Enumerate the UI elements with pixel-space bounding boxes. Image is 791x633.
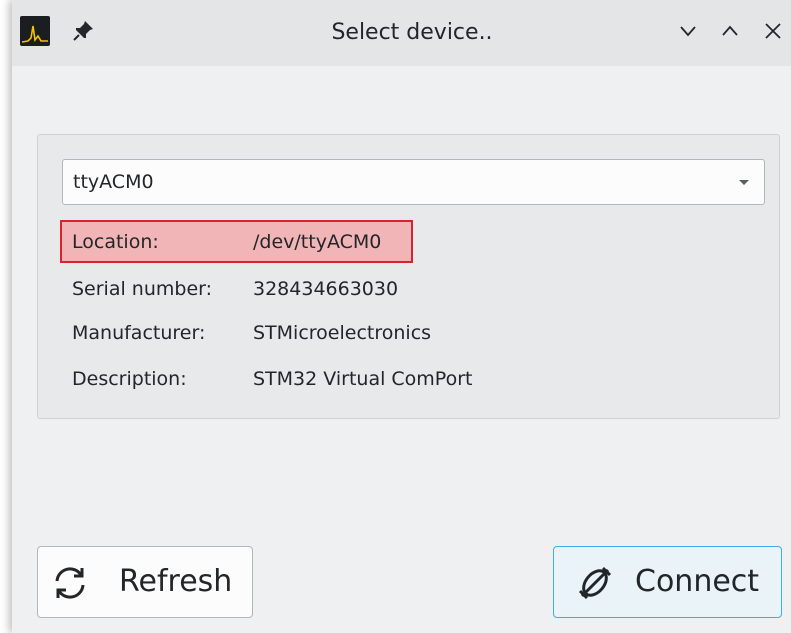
detail-value: 328434663030	[253, 278, 399, 300]
connect-button[interactable]: Connect	[553, 546, 782, 618]
refresh-icon	[51, 564, 89, 602]
refresh-button-label: Refresh	[119, 564, 233, 599]
device-select[interactable]: ttyACM0	[62, 159, 765, 205]
detail-key: Serial number:	[72, 278, 213, 300]
dropdown-arrow-icon[interactable]	[736, 174, 752, 190]
title-bar[interactable]: Select device..	[12, 0, 791, 66]
chevron-down-icon[interactable]	[675, 18, 701, 44]
detail-value: STMicroelectronics	[253, 322, 432, 344]
detail-key: Location:	[72, 231, 159, 253]
oscilloscope-app-icon	[20, 16, 50, 46]
refresh-button[interactable]: Refresh	[37, 546, 253, 618]
select-device-dialog: Select device.. ttyACM0 Location: /dev/t…	[12, 0, 791, 633]
window-title: Select device..	[331, 20, 493, 45]
detail-key: Manufacturer:	[72, 322, 206, 344]
detail-key: Description:	[72, 368, 187, 390]
connect-button-label: Connect	[635, 564, 760, 599]
device-select-value: ttyACM0	[73, 171, 154, 193]
detail-value: /dev/ttyACM0	[253, 231, 382, 253]
chevron-up-icon[interactable]	[717, 18, 743, 44]
pin-icon[interactable]	[70, 18, 96, 44]
close-icon[interactable]	[760, 18, 786, 44]
detail-value: STM32 Virtual ComPort	[253, 368, 473, 390]
plug-disconnected-icon	[576, 564, 614, 602]
